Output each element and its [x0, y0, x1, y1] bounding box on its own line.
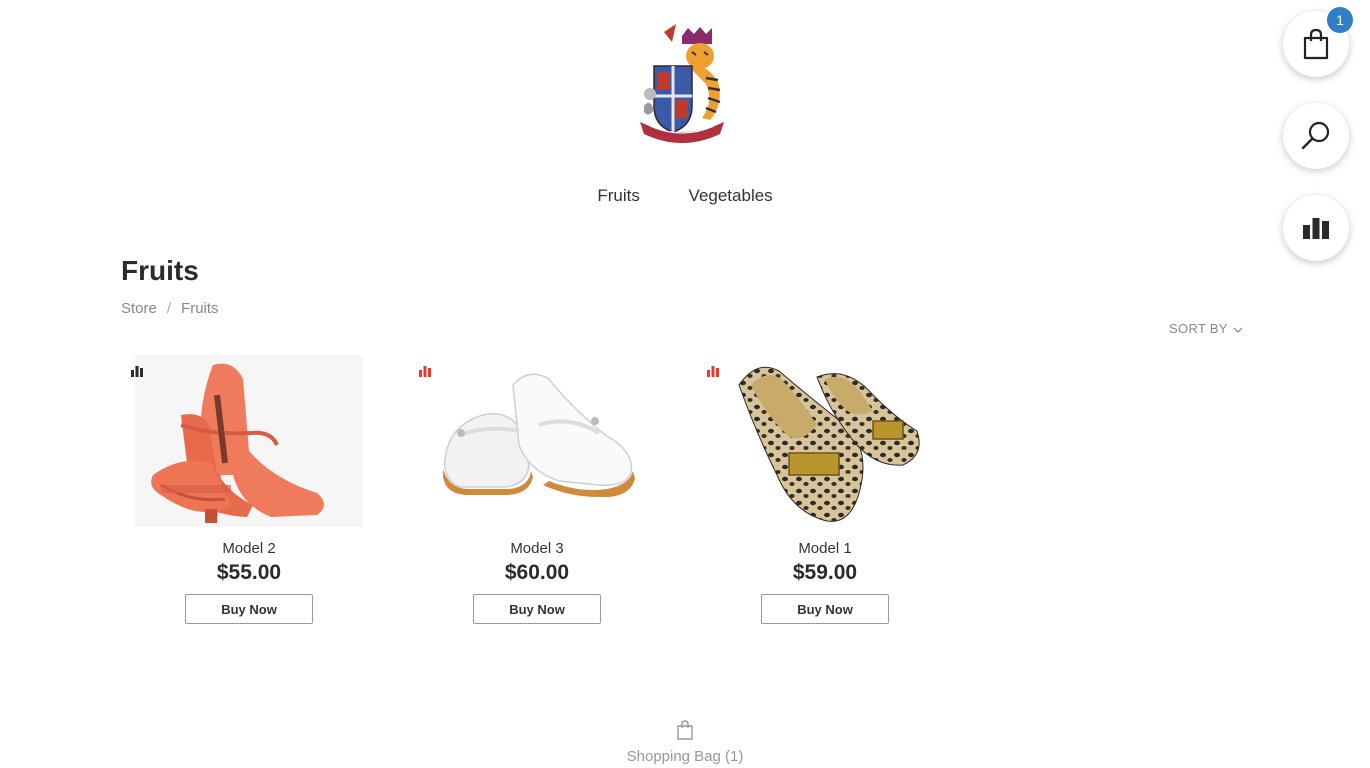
cart-count-badge: 1	[1327, 7, 1353, 33]
nav-item-vegetables[interactable]: Vegetables	[689, 186, 773, 206]
compare-button[interactable]	[1283, 195, 1349, 261]
compare-icon[interactable]	[130, 364, 144, 378]
product-price: $55.00	[216, 561, 282, 584]
breadcrumb-item-store[interactable]: Store	[121, 300, 157, 317]
product-name[interactable]: Model 2	[121, 540, 377, 557]
main-nav: Fruits Vegetables	[0, 186, 1370, 206]
page-title: Fruits	[121, 255, 199, 286]
bar-chart-icon	[1303, 218, 1329, 239]
product-name[interactable]: Model 3	[409, 540, 665, 557]
store-logo[interactable]	[636, 22, 728, 148]
product-image[interactable]	[121, 355, 377, 527]
product-price: $59.00	[792, 561, 858, 584]
footer-shopping-bag-link[interactable]: Shopping Bag (1)	[0, 720, 1370, 765]
compare-icon[interactable]	[418, 364, 432, 378]
product-card: Model 1 $59.00 Buy Now	[697, 355, 953, 624]
breadcrumb-separator: /	[166, 300, 172, 317]
breadcrumb: Store / Fruits	[121, 300, 219, 317]
white-flat-shoe-image	[423, 355, 651, 527]
compare-icon[interactable]	[706, 364, 720, 378]
product-card: Model 3 $60.00 Buy Now	[409, 355, 665, 624]
nav-item-fruits[interactable]: Fruits	[597, 186, 640, 206]
shopping-bag-label: Shopping Bag (1)	[626, 748, 744, 765]
coral-heel-shoe-image	[135, 355, 363, 527]
leopard-flat-shoe-image	[697, 355, 953, 527]
shopping-bag-icon	[677, 720, 693, 740]
chevron-down-icon	[1233, 327, 1243, 333]
product-name[interactable]: Model 1	[697, 540, 953, 557]
buy-now-button[interactable]: Buy Now	[473, 594, 601, 624]
product-image[interactable]	[409, 355, 665, 527]
sort-dropdown[interactable]: SORT BY	[1169, 321, 1243, 336]
search-icon	[1301, 121, 1330, 150]
product-price: $60.00	[504, 561, 570, 584]
product-card: Model 2 $55.00 Buy Now	[121, 355, 377, 624]
shopping-bag-icon	[1303, 28, 1329, 60]
product-image[interactable]	[697, 355, 953, 527]
buy-now-button[interactable]: Buy Now	[761, 594, 889, 624]
search-button[interactable]	[1283, 103, 1349, 169]
breadcrumb-item-current: Fruits	[181, 300, 219, 317]
buy-now-button[interactable]: Buy Now	[185, 594, 313, 624]
sort-label: SORT BY	[1169, 321, 1228, 336]
